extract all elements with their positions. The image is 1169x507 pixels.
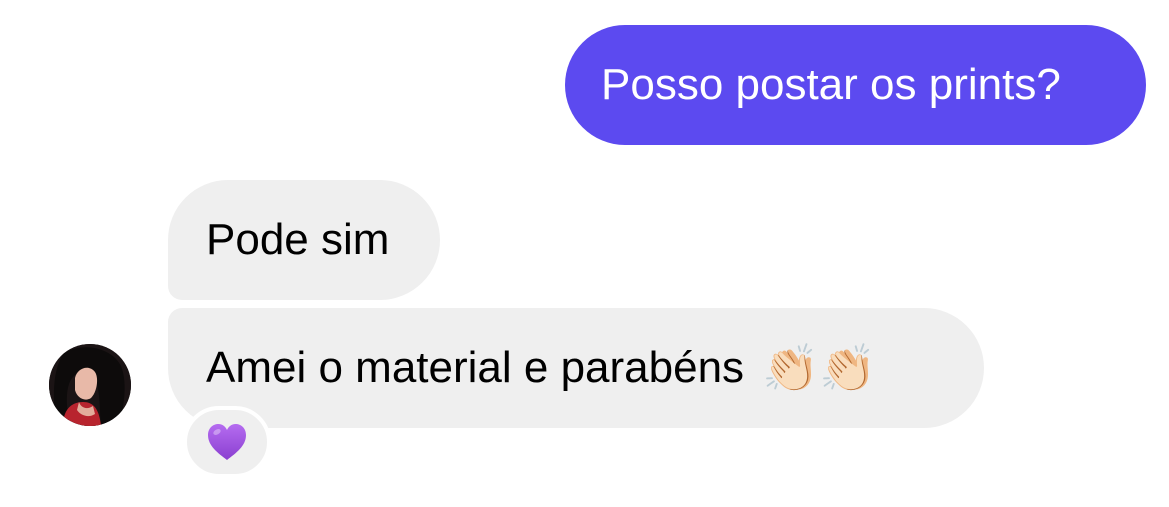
sent-message-bubble[interactable]: Posso postar os prints? [565,25,1146,145]
contact-avatar[interactable] [49,344,131,426]
clapping-hands-icon: 👏🏻👏🏻 [762,342,877,394]
avatar-photo [49,344,131,426]
sent-message-text: Posso postar os prints? [601,60,1061,109]
received-message-bubble[interactable]: Amei o material e parabéns 👏🏻👏🏻 [168,308,984,428]
received-message-text: Amei o material e parabéns [206,343,745,392]
received-message-bubble[interactable]: Pode sim [168,180,440,300]
message-reaction[interactable] [183,406,271,478]
purple-heart-icon [208,424,246,460]
received-message-text: Pode sim [206,215,390,264]
